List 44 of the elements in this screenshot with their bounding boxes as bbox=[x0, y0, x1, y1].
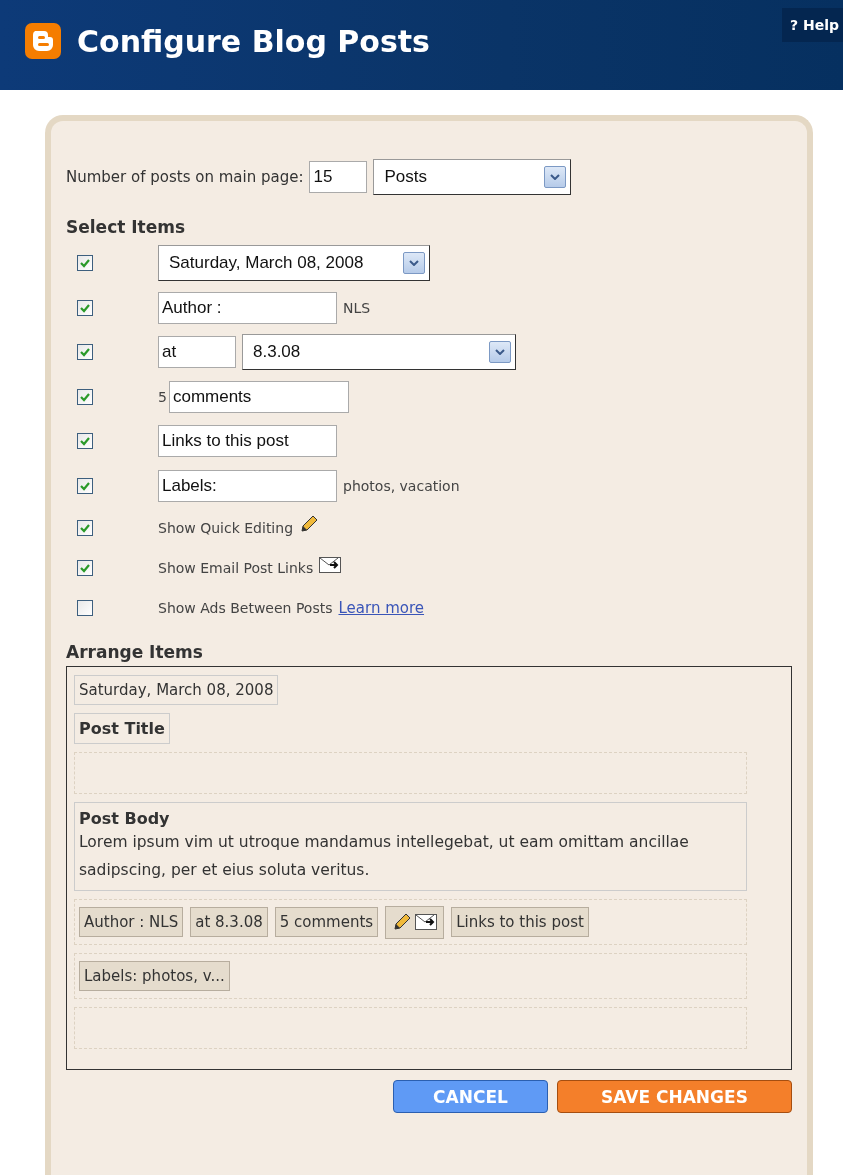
checkbox[interactable] bbox=[77, 255, 93, 272]
page-title: Configure Blog Posts bbox=[77, 23, 430, 59]
checkbox[interactable] bbox=[77, 477, 93, 494]
checkbox[interactable] bbox=[77, 388, 93, 405]
posts-count-field[interactable]: 15 bbox=[309, 161, 368, 193]
date-format-dropdown[interactable]: Saturday, March 08, 2008 bbox=[158, 245, 430, 282]
blogger-logo-icon bbox=[25, 23, 61, 59]
comment-count: 5 bbox=[158, 388, 167, 405]
date-item[interactable]: Saturday, March 08, 2008 bbox=[74, 675, 279, 705]
post-body-text: Lorem ipsum vim ut utroque mandamus intellegebat, ut eam omittam ancillae sadipscing, per et eius soluta veritus. bbox=[79, 832, 690, 881]
pencil-icon bbox=[392, 912, 413, 932]
post-body-item[interactable]: Post Body Lorem ipsum vim ut utroque mandamus intellegebat, ut eam omittam ancillae sadipscing, per et eius soluta veritus. bbox=[74, 802, 747, 891]
option-label: Show Ads Between Posts bbox=[158, 600, 333, 616]
checkbox[interactable] bbox=[77, 520, 93, 536]
footer-item[interactable]: at 8.3.08 bbox=[190, 907, 268, 937]
option-label: Show Email Post Links bbox=[158, 560, 314, 576]
text-field[interactable]: Links to this post bbox=[158, 425, 337, 458]
option-label: Show Quick Editing bbox=[158, 520, 294, 536]
footer-item[interactable]: Author : NLS bbox=[79, 907, 184, 937]
section-heading: Arrange Items bbox=[66, 642, 204, 662]
checkbox[interactable] bbox=[77, 433, 93, 450]
footer-icons-item[interactable] bbox=[385, 905, 445, 939]
posts-unit-dropdown[interactable]: Posts bbox=[373, 159, 572, 195]
time-format-dropdown[interactable]: 8.3.08 bbox=[242, 334, 516, 371]
section-heading: Select Items bbox=[66, 217, 187, 237]
learn-more-link[interactable]: Learn more bbox=[338, 599, 425, 617]
item-value: photos, vacation bbox=[343, 477, 460, 494]
footer-item[interactable]: 5 comments bbox=[274, 907, 379, 937]
checkbox[interactable] bbox=[77, 344, 93, 361]
posts-count-label: Number of posts on main page: bbox=[66, 168, 304, 186]
text-field[interactable]: at bbox=[158, 336, 236, 369]
checkbox[interactable] bbox=[77, 299, 93, 316]
post-title-item[interactable]: Post Title bbox=[74, 713, 170, 744]
checkbox[interactable] bbox=[77, 600, 93, 616]
text-field[interactable]: Labels: bbox=[158, 469, 337, 502]
help-link[interactable]: ? Help bbox=[781, 8, 843, 42]
footer-item[interactable]: Links to this post bbox=[451, 907, 589, 937]
text-field[interactable]: Author : bbox=[158, 291, 337, 324]
post-body-title: Post Body bbox=[79, 809, 171, 828]
footer-item[interactable]: Labels: photos, v... bbox=[79, 961, 230, 991]
item-value: NLS bbox=[343, 299, 371, 316]
checkbox[interactable] bbox=[77, 560, 93, 576]
pencil-icon bbox=[299, 514, 320, 534]
text-field[interactable]: comments bbox=[168, 380, 349, 413]
